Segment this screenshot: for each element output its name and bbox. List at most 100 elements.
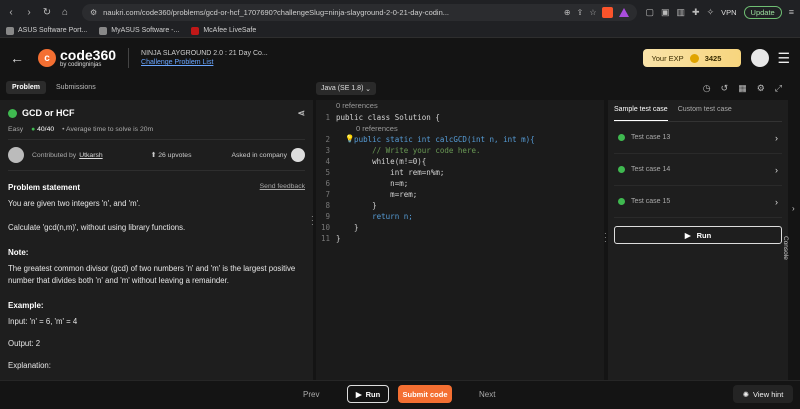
company-logo[interactable]: [291, 148, 305, 162]
pass-check-icon: [618, 166, 625, 173]
resize-handle-right[interactable]: · · ·: [604, 230, 607, 246]
code360-logo[interactable]: c code360 by codingninjas: [38, 48, 116, 68]
test-case-row[interactable]: Test case 14 ›: [614, 154, 782, 186]
upvote-button[interactable]: ⬆ 26 upvotes: [151, 151, 192, 159]
avatar[interactable]: [751, 49, 770, 67]
chevron-right-icon: ›: [775, 196, 778, 207]
pass-check-icon: [618, 198, 625, 205]
bookmark-favicon-icon: [99, 26, 108, 35]
note-text: The greatest common divisor (gcd) of two…: [8, 264, 296, 286]
site-settings-icon[interactable]: ⚙: [90, 8, 97, 17]
lightbulb-icon[interactable]: 💡: [345, 134, 354, 143]
code-line: }: [336, 201, 377, 210]
reset-icon[interactable]: ↺: [721, 83, 729, 94]
test-case-row[interactable]: Test case 15 ›: [614, 186, 782, 218]
note-title: Note:: [8, 248, 29, 258]
logo-mark-icon: c: [38, 49, 56, 67]
code-line: public class Solution {: [336, 113, 440, 122]
timer-icon[interactable]: ◷: [703, 83, 711, 94]
play-icon: ▶: [684, 230, 691, 240]
share-icon[interactable]: ⋖: [297, 108, 305, 119]
view-hint-button[interactable]: ✺ View hint: [733, 385, 793, 403]
app-header: ← c code360 by codingninjas NINJA SLAYGR…: [0, 38, 800, 78]
tab-sample-test-case[interactable]: Sample test case: [614, 106, 668, 121]
forward-arrow-icon[interactable]: ›: [24, 7, 34, 18]
example-input: Input: 'n' = 6, 'm' = 4: [8, 317, 78, 327]
difficulty-label: Easy: [8, 126, 24, 133]
tab-custom-test-case[interactable]: Custom test case: [678, 106, 732, 121]
exp-badge[interactable]: Your EXP 3425: [643, 49, 742, 67]
leo-icon[interactable]: ✧: [707, 7, 715, 18]
code-line: }: [336, 223, 359, 232]
brave-rewards-icon[interactable]: [619, 7, 630, 17]
update-button[interactable]: Update: [743, 5, 782, 19]
sidebar-icon[interactable]: ▥: [677, 7, 686, 18]
extensions-area: ▢ ▣ ▥ ✚ ✧ VPN Update ≡: [645, 5, 794, 19]
code-line: n=m;: [336, 179, 409, 188]
statement-para2: Calculate 'gcd(n,m)', without using libr…: [8, 223, 186, 233]
browser-toolbar: ‹ › ↻ ⌂ ⚙ naukri.com/code360/problems/gc…: [0, 0, 800, 24]
send-feedback-link[interactable]: Send feedback: [260, 183, 305, 192]
coin-icon: [689, 53, 699, 63]
submit-code-button[interactable]: Submit code: [398, 385, 452, 403]
puzzle-icon[interactable]: ✚: [692, 7, 700, 18]
hamburger-menu-icon[interactable]: ☰: [777, 50, 790, 67]
testcase-panel: Sample test case Custom test case Test c…: [608, 100, 788, 380]
challenge-problem-list-link[interactable]: Challenge Problem List: [141, 59, 268, 66]
next-button[interactable]: Next: [479, 390, 495, 399]
settings-icon[interactable]: ⚙: [757, 83, 765, 94]
extensions-icon[interactable]: ▢: [645, 7, 654, 18]
example-explanation: Explanation:: [8, 361, 51, 371]
contributor-link[interactable]: Utkarsh: [79, 152, 102, 159]
solved-check-icon: [8, 108, 17, 118]
address-bar[interactable]: ⚙ naukri.com/code360/problems/gcd-or-hcf…: [82, 3, 638, 21]
brave-shield-icon[interactable]: [602, 6, 614, 18]
run-button[interactable]: ▶ Run: [347, 385, 389, 403]
reload-icon[interactable]: ↻: [42, 7, 52, 18]
share-icon[interactable]: ⇪: [577, 8, 584, 17]
bookmark-icon[interactable]: ☆: [589, 8, 596, 17]
code-line: while(m!=0){: [336, 157, 427, 166]
url-text[interactable]: naukri.com/code360/problems/gcd-or-hcf_1…: [103, 8, 558, 17]
code-line: m=rem;: [336, 190, 418, 199]
bookmark-favicon-icon: [191, 26, 200, 35]
tab-submissions[interactable]: Submissions: [50, 81, 102, 94]
vpn-button[interactable]: VPN: [721, 8, 736, 17]
statement-title: Problem statement: [8, 183, 81, 192]
problem-title: GCD or HCF: [22, 108, 75, 118]
bookmark-mcafee[interactable]: McAfee LiveSafe: [191, 26, 256, 35]
bookmarks-bar: ASUS Software Port... MyASUS Software -.…: [0, 24, 800, 38]
back-icon[interactable]: ←: [10, 50, 32, 66]
lightbulb-icon: ✺: [742, 389, 749, 399]
wallet-icon[interactable]: ▣: [661, 7, 670, 18]
test-case-row[interactable]: Test case 13 ›: [614, 122, 782, 154]
bottom-action-bar: Prev ▶ Run Submit code Next ✺ View hint: [0, 380, 800, 409]
run-testcases-button[interactable]: ▶ Run: [614, 226, 782, 244]
example-title: Example:: [8, 301, 44, 311]
expand-console-icon[interactable]: ›: [792, 204, 795, 213]
back-arrow-icon[interactable]: ‹: [6, 7, 16, 18]
tab-problem[interactable]: Problem: [6, 81, 47, 94]
resize-handle-left[interactable]: · · ·: [311, 213, 314, 229]
avg-time: • Average time to solve is 20m: [62, 126, 154, 133]
points-badge: ● 40/40: [31, 126, 55, 133]
chevron-down-icon: ⌄: [365, 85, 371, 93]
code-editor[interactable]: 0 references 1 public class Solution { 0 …: [316, 100, 604, 380]
zoom-icon[interactable]: ⊕: [564, 8, 571, 17]
home-icon[interactable]: ⌂: [60, 7, 70, 18]
statement-para1: You are given two integers 'n', and 'm'.: [8, 199, 141, 208]
layout-icon[interactable]: ▦: [738, 83, 747, 94]
bookmark-asus-software[interactable]: ASUS Software Port...: [6, 26, 87, 35]
language-select[interactable]: Java (SE 1.8) ⌄: [316, 82, 376, 95]
console-toggle[interactable]: Console: [782, 236, 789, 260]
example-output: Output: 2: [8, 339, 41, 349]
browser-menu-icon[interactable]: ≡: [789, 7, 794, 17]
bookmark-myasus[interactable]: MyASUS Software -...: [99, 26, 179, 35]
challenge-title: NINJA SLAYGROUND 2.0 : 21 Day Co...: [141, 50, 268, 57]
pass-check-icon: [618, 134, 625, 141]
prev-button[interactable]: Prev: [303, 390, 319, 399]
code-line: }: [336, 234, 341, 243]
fullscreen-icon[interactable]: ⤢: [775, 83, 782, 94]
divider: [128, 48, 130, 68]
challenge-info: NINJA SLAYGROUND 2.0 : 21 Day Co... Chal…: [141, 50, 268, 66]
